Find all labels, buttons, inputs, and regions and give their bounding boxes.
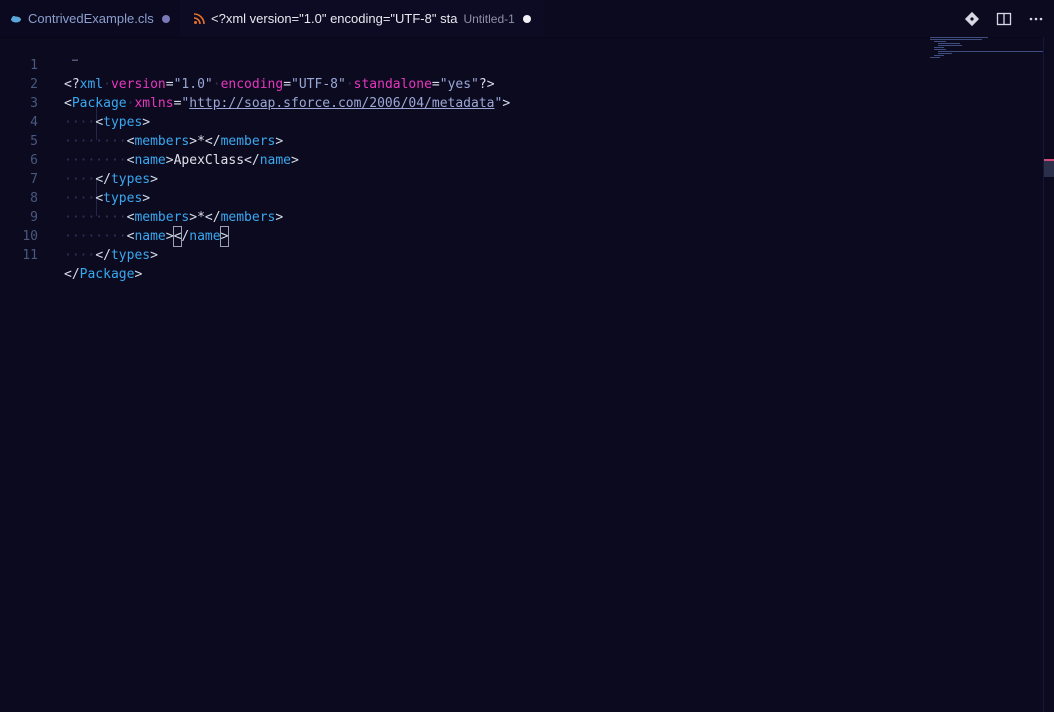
line-number: 11 (22, 248, 38, 263)
tab-untitled-1[interactable]: <?xml version="1.0" encoding="UTF-8" sta… (180, 0, 543, 37)
unsaved-dot-icon[interactable] (522, 14, 531, 23)
tab-contrived-example[interactable]: ContrivedExample.cls (0, 0, 180, 37)
salesforce-cloud-icon (10, 13, 22, 25)
more-actions-icon[interactable] (1028, 11, 1044, 27)
tab-description: Untitled-1 (463, 11, 515, 26)
code-line: 8 ········<members>*</members> (0, 170, 283, 225)
tab-bar: ContrivedExample.cls <?xml version="1.0"… (0, 0, 1054, 38)
code-line: 3 ····<types> (0, 75, 150, 130)
scroll-cursor-accent (1044, 159, 1054, 161)
code-line-active: 9 ········<name></name> (0, 189, 230, 247)
minimap[interactable] (926, 37, 1050, 97)
tab-filename: ContrivedExample.cls (28, 11, 154, 26)
code-line: 7 ····<types> (0, 151, 150, 206)
code-line: 10 ····</types> (0, 208, 158, 263)
editor-actions (964, 0, 1044, 37)
code-editor[interactable]: … 1 <?xml·version="1.0"·encoding="UTF-8"… (0, 37, 1054, 712)
source-control-icon[interactable] (964, 11, 980, 27)
code-line: 11 </Package> (0, 227, 142, 282)
xml-rss-icon (193, 12, 205, 25)
split-editor-icon[interactable] (996, 11, 1012, 27)
code-line: 4 ········<members>*</members> (0, 94, 283, 149)
xmlns-link[interactable]: http://soap.sforce.com/2006/04/metadata (189, 96, 494, 111)
unsaved-dot-icon[interactable] (161, 14, 170, 23)
code-line: 6 ····</types> (0, 132, 158, 187)
scroll-cursor-marker (1044, 159, 1054, 177)
editor-window: ContrivedExample.cls <?xml version="1.0"… (0, 0, 1054, 712)
tab-title: <?xml version="1.0" encoding="UTF-8" sta (211, 11, 458, 26)
code-line: 2 <Package·xmlns="http://soap.sforce.com… (0, 56, 510, 111)
folding-ellipsis-icon[interactable]: … (72, 53, 79, 64)
vertical-scrollbar[interactable] (1043, 37, 1054, 712)
code-line: 1 <?xml·version="1.0"·encoding="UTF-8"·s… (0, 37, 494, 92)
code-line: 5 ········<name>ApexClass</name> (0, 113, 299, 168)
